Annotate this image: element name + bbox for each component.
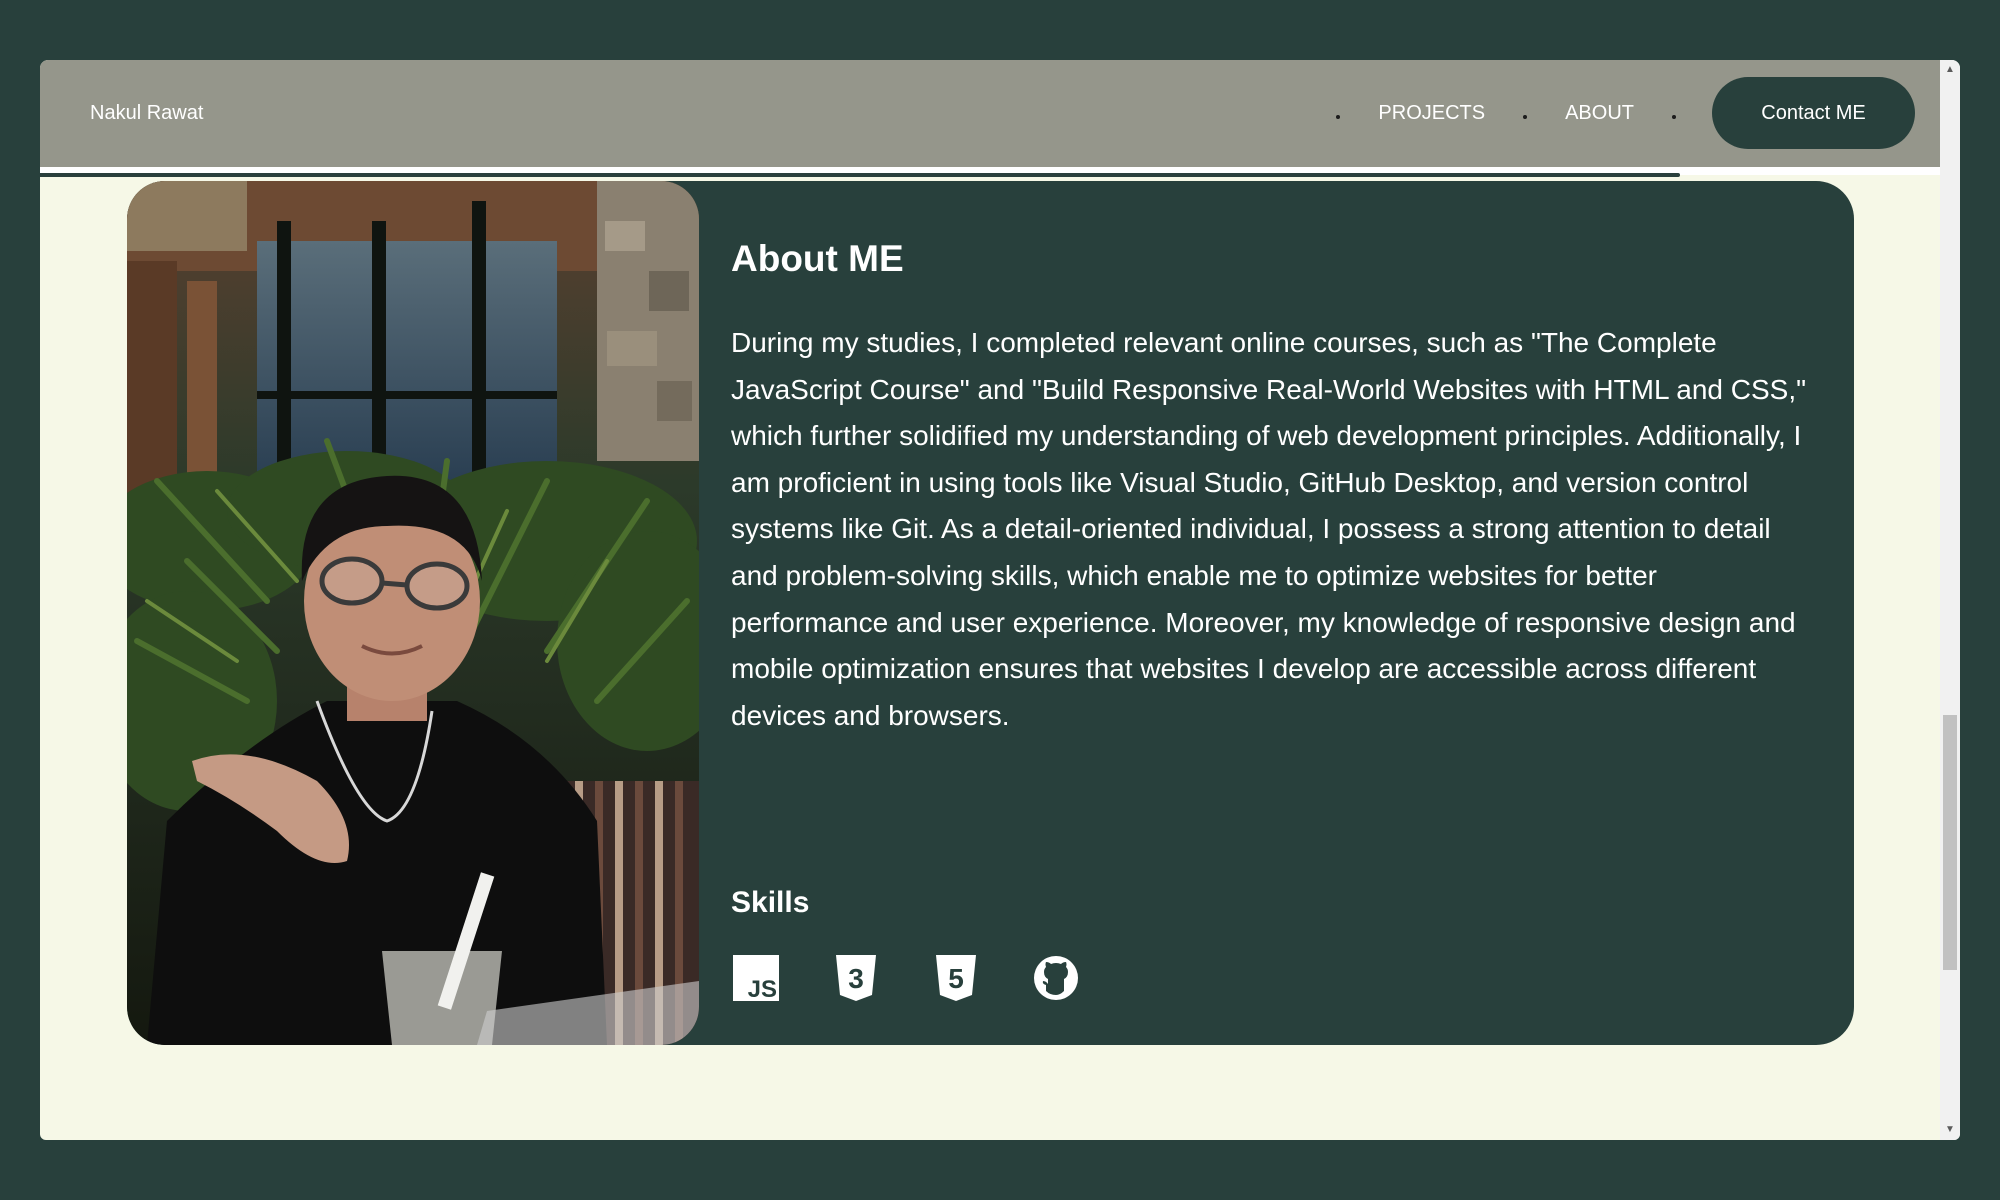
scroll-up-arrow-icon[interactable]: ▲ (1940, 60, 1960, 80)
html5-icon: 5 (931, 953, 981, 1003)
contact-button[interactable]: Contact ME (1712, 77, 1915, 149)
scroll-progress-bar (40, 173, 1680, 177)
css3-icon-label: 3 (848, 963, 864, 994)
skills-title: Skills (731, 886, 810, 919)
nav-link-about[interactable]: ABOUT (1565, 102, 1634, 125)
about-title: About ME (731, 238, 904, 279)
vertical-scrollbar[interactable]: ▲ ▼ (1940, 60, 1960, 1140)
nav-link-projects[interactable]: PROJECTS (1378, 102, 1485, 125)
nav-separator-dot (1672, 115, 1676, 119)
javascript-icon: JS (731, 953, 781, 1003)
browser-window: Nakul Rawat PROJECTS ABOUT Contact ME Ab… (40, 60, 1960, 1140)
nav-links: PROJECTS ABOUT Contact ME (1336, 77, 1915, 149)
navbar: Nakul Rawat PROJECTS ABOUT Contact ME (40, 60, 1940, 167)
scroll-down-arrow-icon[interactable]: ▼ (1940, 1120, 1960, 1140)
html5-icon-label: 5 (948, 963, 964, 994)
nav-separator-dot (1336, 115, 1341, 119)
javascript-icon-label: JS (748, 976, 777, 1001)
brand-name[interactable]: Nakul Rawat (90, 60, 203, 167)
scrollbar-thumb[interactable] (1943, 715, 1957, 970)
nav-separator-dot (1523, 115, 1528, 119)
about-section: About ME During my studies, I completed … (127, 181, 1854, 1045)
profile-photo (127, 181, 699, 1045)
about-description: During my studies, I completed relevant … (731, 327, 1807, 731)
about-content: About ME During my studies, I completed … (731, 237, 1821, 739)
css3-icon: 3 (831, 953, 881, 1003)
github-icon (1031, 953, 1081, 1003)
skills-icons: JS 3 5 (731, 953, 1131, 1003)
